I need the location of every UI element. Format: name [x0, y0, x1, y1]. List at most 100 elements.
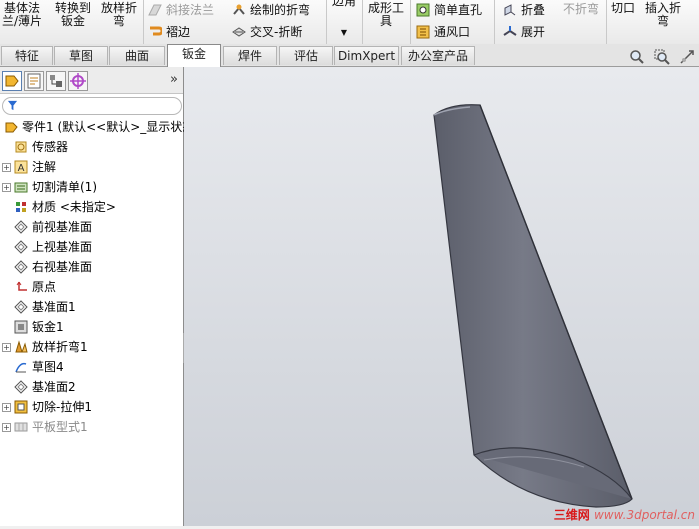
no-bends-label: 不折弯 [563, 2, 600, 16]
tree-item[interactable]: 零件1 (默认<<默认>_显示状态 [0, 117, 194, 137]
tree-item[interactable]: + 切除-拉伸1 [0, 397, 183, 417]
tab-surfaces[interactable]: 曲面 [109, 46, 165, 65]
tree-item[interactable]: 传感器 [0, 137, 183, 157]
origin-icon [16, 281, 27, 291]
lofted-bend-button[interactable]: 放样折 弯 [101, 2, 137, 28]
configuration-manager-tab[interactable] [46, 71, 66, 91]
property-manager-icon [27, 73, 41, 89]
tree-item-label: 草图4 [32, 360, 64, 374]
feature-tree-icon [5, 75, 19, 87]
tree-item[interactable]: 前视基准面 [0, 217, 183, 237]
tree-item[interactable]: 上视基准面 [0, 237, 183, 257]
tree-item-label: 放样折弯1 [32, 340, 88, 354]
feature-manager-tab[interactable] [2, 71, 22, 91]
sheet-metal-part-model [433, 104, 633, 508]
tree-item-label: 零件1 (默认<<默认>_显示状态 [22, 120, 195, 134]
tree-item-label: 右视基准面 [32, 260, 93, 274]
tab-label: 曲面 [124, 49, 149, 63]
tree-item[interactable]: 材质 <未指定> [0, 197, 183, 217]
unfold-label: 展开 [521, 25, 546, 39]
no-bends-button[interactable]: 不折弯 [563, 3, 599, 16]
watermark-brand: 三维网 [553, 508, 590, 522]
feature-filter-input[interactable] [2, 97, 182, 115]
annotation-icon: A [14, 160, 28, 174]
miter-flange-button[interactable]: 斜接法兰 [148, 3, 214, 17]
tree-item[interactable]: + 平板型式1 [0, 417, 183, 437]
tree-item[interactable]: 草图4 [0, 357, 183, 377]
ribbon-separator [143, 0, 144, 44]
tree-item[interactable]: 右视基准面 [0, 257, 183, 277]
zoom-to-fit-icon[interactable] [629, 49, 645, 65]
tab-label: 钣金 [181, 47, 206, 61]
plane-icon [14, 260, 28, 274]
expand-toggle-icon[interactable]: + [2, 423, 11, 432]
sketched-bend-button[interactable]: 绘制的折弯 [232, 3, 310, 17]
expand-toggle-icon[interactable]: + [2, 183, 11, 192]
watermark: 三维网 www.3dportal.cn [554, 506, 695, 523]
unfold-button[interactable]: 展开 [503, 25, 545, 39]
ribbon-separator [606, 0, 607, 44]
tree-item[interactable]: 钣金1 [0, 317, 183, 337]
previous-view-icon[interactable] [679, 49, 695, 65]
tree-item[interactable]: 原点 [0, 277, 183, 297]
ribbon-separator [362, 0, 363, 44]
tab-label: 草图 [68, 49, 93, 63]
tree-item[interactable]: 基准面1 [0, 297, 183, 317]
fold-icon [504, 4, 516, 16]
tab-label: 办公室产品 [407, 49, 468, 63]
tab-label: DimXpert [337, 49, 396, 63]
tree-item[interactable]: 基准面2 [0, 377, 183, 397]
insert-bends-label: 插入折 弯 [645, 1, 682, 28]
vent-button[interactable]: 通风口 [416, 25, 470, 39]
cut-extrude-icon [14, 400, 28, 414]
panel-expand-label: » [170, 72, 178, 87]
tab-label: 特征 [14, 49, 39, 63]
property-manager-tab[interactable] [24, 71, 44, 91]
tree-item[interactable]: + A 注解 [0, 157, 183, 177]
tab-label: 评估 [293, 49, 318, 63]
unfold-icon [503, 26, 517, 36]
tab-features[interactable]: 特征 [1, 46, 53, 65]
plane-icon [14, 380, 28, 394]
base-flange-button[interactable]: 基体法 兰/薄片 [2, 2, 42, 28]
hem-button[interactable]: 褶边 [148, 25, 190, 39]
lofted-bend-label: 放样折 弯 [101, 1, 138, 28]
tree-item-label: 切割清单(1) [32, 180, 97, 194]
rip-button[interactable]: 切口 [611, 2, 635, 15]
forming-tool-button[interactable]: 成形工 具 [368, 2, 404, 28]
insert-bends-button[interactable]: 插入折 弯 [645, 2, 681, 28]
graphics-area[interactable] [184, 67, 699, 526]
tab-weldments[interactable]: 焊件 [223, 46, 277, 65]
panel-expand-button[interactable]: » [170, 72, 178, 87]
corners-dropdown-icon[interactable]: ▼ [332, 26, 356, 39]
expand-toggle-icon[interactable]: + [2, 403, 11, 412]
convert-to-sheet-metal-button[interactable]: 转换到 钣金 [55, 2, 91, 28]
zoom-to-area-icon[interactable] [654, 49, 670, 65]
panel-tabs: » [0, 67, 183, 94]
simple-hole-label: 简单直孔 [434, 3, 483, 17]
tree-item[interactable]: + 切割清单(1) [0, 177, 183, 197]
tab-office-products[interactable]: 办公室产品 [401, 46, 475, 65]
miter-flange-label: 斜接法兰 [166, 3, 215, 17]
expand-toggle-icon[interactable]: + [2, 163, 11, 172]
cross-break-button[interactable]: 交叉-折断 [232, 25, 302, 39]
dimxpert-manager-tab[interactable] [68, 71, 88, 91]
plane-icon [14, 220, 28, 234]
tree-item-label: 原点 [32, 280, 57, 294]
vent-icon [416, 25, 430, 39]
tree-item-label: 上视基准面 [32, 240, 93, 254]
corners-button[interactable]: 边角 ▼ [332, 0, 356, 39]
fold-button[interactable]: 折叠 [503, 3, 545, 17]
tab-evaluate[interactable]: 评估 [279, 46, 333, 65]
vent-label: 通风口 [434, 25, 471, 39]
view-toolbar [624, 49, 695, 68]
tree-item-label: 材质 <未指定> [32, 200, 116, 214]
simple-hole-button[interactable]: 简单直孔 [416, 3, 482, 17]
tree-item[interactable]: + 放样折弯1 [0, 337, 183, 357]
expand-toggle-icon[interactable]: + [2, 343, 11, 352]
tab-sketch[interactable]: 草图 [54, 46, 108, 65]
ribbon-separator [326, 0, 327, 44]
tab-sheet-metal[interactable]: 钣金 [167, 44, 221, 67]
tab-dimxpert[interactable]: DimXpert [334, 46, 399, 65]
rip-label: 切口 [611, 1, 636, 15]
